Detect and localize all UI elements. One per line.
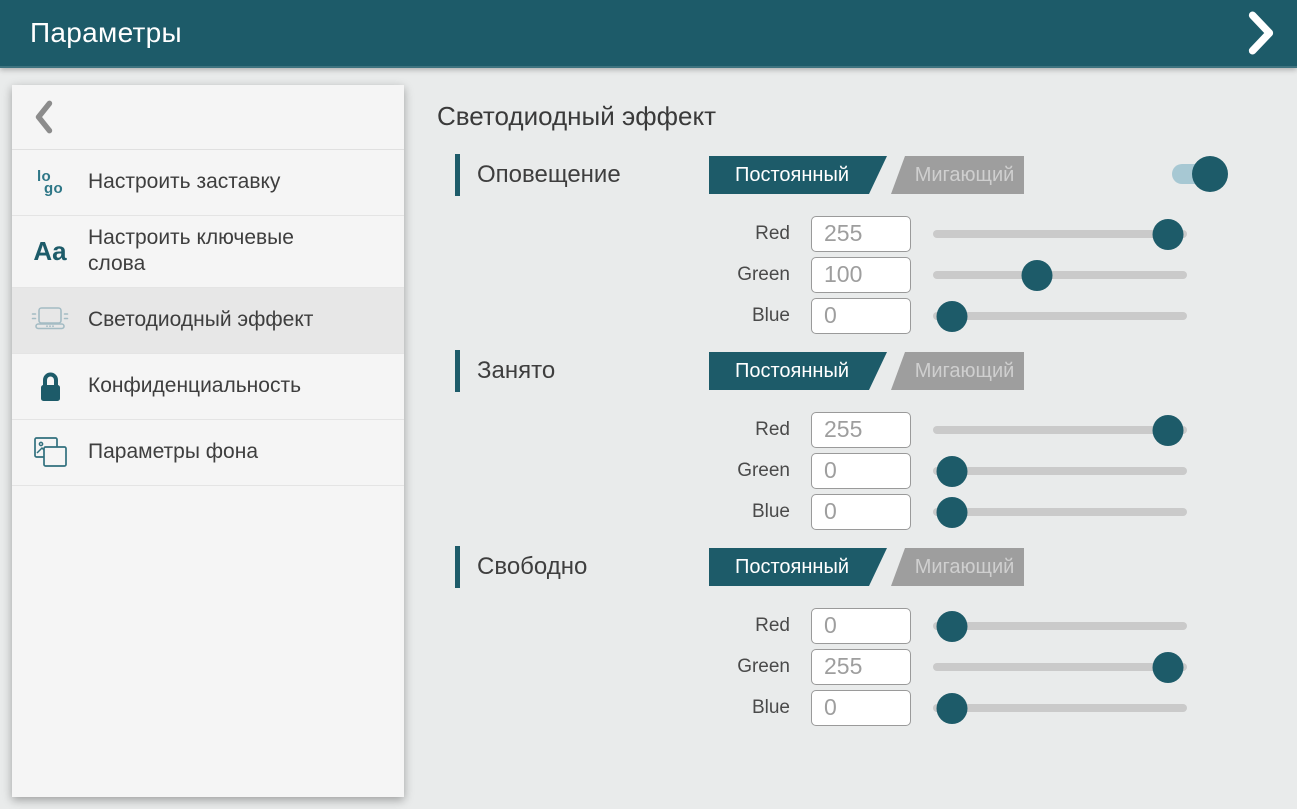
- blue-slider[interactable]: [933, 298, 1187, 334]
- sidebar-item-label: Конфиденциальность: [88, 373, 301, 399]
- mode-option-constant[interactable]: Постоянный: [709, 352, 887, 390]
- sidebar-item-label: Настроить ключевые слова: [88, 225, 338, 278]
- main-content: Светодиодный эффект Оповещение Постоянны…: [437, 101, 1297, 731]
- rgb-row-blue: Blue: [700, 494, 1297, 530]
- sidebar-item-led-effect[interactable]: Светодиодный эффект: [12, 288, 404, 354]
- accent-bar: [455, 546, 460, 588]
- blue-slider[interactable]: [933, 494, 1187, 530]
- rgb-row-red: Red: [700, 412, 1297, 448]
- slider-track[interactable]: [933, 663, 1187, 671]
- rgb-row-green: Green: [700, 649, 1297, 685]
- blue-label: Blue: [700, 697, 790, 719]
- green-label: Green: [700, 460, 790, 482]
- logo-icon: logo: [12, 171, 88, 195]
- rgb-row-red: Red: [700, 216, 1297, 252]
- red-slider[interactable]: [933, 216, 1187, 252]
- section-busy: Занято Постоянный Мигающий Red Green: [455, 351, 1297, 530]
- sidebar-item-privacy[interactable]: Конфиденциальность: [12, 354, 404, 420]
- sidebar-item-label: Настроить заставку: [88, 169, 280, 195]
- slider-thumb[interactable]: [1153, 415, 1184, 446]
- slider-track[interactable]: [933, 704, 1187, 712]
- red-label: Red: [700, 615, 790, 637]
- red-input[interactable]: [811, 608, 911, 644]
- blue-slider[interactable]: [933, 690, 1187, 726]
- slider-track[interactable]: [933, 467, 1187, 475]
- rgb-row-blue: Blue: [700, 298, 1297, 334]
- switch-thumb: [1192, 156, 1228, 192]
- mode-option-constant[interactable]: Постоянный: [709, 156, 887, 194]
- blue-input[interactable]: [811, 494, 911, 530]
- green-label: Green: [700, 656, 790, 678]
- slider-track[interactable]: [933, 622, 1187, 630]
- monitor-icon: [12, 304, 88, 336]
- page-title: Светодиодный эффект: [437, 101, 1297, 131]
- slider-track[interactable]: [933, 508, 1187, 516]
- slider-track[interactable]: [933, 426, 1187, 434]
- chevron-left-icon: [34, 99, 54, 135]
- slider-track[interactable]: [933, 271, 1187, 279]
- green-input[interactable]: [811, 649, 911, 685]
- app-title: Параметры: [30, 17, 182, 49]
- slider-thumb[interactable]: [937, 497, 968, 528]
- section-title: Занято: [477, 357, 709, 385]
- aa-icon: Aa: [12, 238, 88, 264]
- blue-label: Blue: [700, 501, 790, 523]
- sidebar-item-splash[interactable]: logo Настроить заставку: [12, 150, 404, 216]
- section-free: Свободно Постоянный Мигающий Red Green: [455, 547, 1297, 726]
- rgb-row-red: Red: [700, 608, 1297, 644]
- slider-thumb[interactable]: [1021, 260, 1052, 291]
- mode-option-blinking[interactable]: Мигающий: [891, 156, 1024, 194]
- slider-thumb[interactable]: [937, 611, 968, 642]
- slider-thumb[interactable]: [937, 693, 968, 724]
- mode-option-blinking[interactable]: Мигающий: [891, 352, 1024, 390]
- sidebar-item-label: Параметры фона: [88, 439, 258, 465]
- enable-switch[interactable]: [1172, 156, 1228, 192]
- chevron-right-icon[interactable]: [1247, 10, 1275, 56]
- mode-toggle: Постоянный Мигающий: [709, 156, 1024, 194]
- red-label: Red: [700, 419, 790, 441]
- rgb-row-blue: Blue: [700, 690, 1297, 726]
- red-slider[interactable]: [933, 412, 1187, 448]
- red-input[interactable]: [811, 216, 911, 252]
- rgb-row-green: Green: [700, 257, 1297, 293]
- settings-window: Параметры logo Настроить заставку Aa: [0, 0, 1297, 809]
- sidebar-item-background[interactable]: Параметры фона: [12, 420, 404, 486]
- accent-bar: [455, 350, 460, 392]
- red-label: Red: [700, 223, 790, 245]
- lock-icon: [12, 370, 88, 403]
- blue-input[interactable]: [811, 690, 911, 726]
- slider-thumb[interactable]: [1153, 219, 1184, 250]
- mode-toggle: Постоянный Мигающий: [709, 352, 1024, 390]
- section-title: Свободно: [477, 553, 709, 581]
- mode-option-constant[interactable]: Постоянный: [709, 548, 887, 586]
- slider-track[interactable]: [933, 230, 1187, 238]
- green-label: Green: [700, 264, 790, 286]
- blue-input[interactable]: [811, 298, 911, 334]
- sidebar-item-keywords[interactable]: Aa Настроить ключевые слова: [12, 216, 404, 288]
- mode-toggle: Постоянный Мигающий: [709, 548, 1024, 586]
- sidebar: logo Настроить заставку Aa Настроить клю…: [12, 85, 404, 797]
- green-slider[interactable]: [933, 649, 1187, 685]
- slider-thumb[interactable]: [937, 456, 968, 487]
- accent-bar: [455, 154, 460, 196]
- mode-option-blinking[interactable]: Мигающий: [891, 548, 1024, 586]
- app-header: Параметры: [0, 0, 1297, 68]
- blue-label: Blue: [700, 305, 790, 327]
- green-slider[interactable]: [933, 257, 1187, 293]
- red-input[interactable]: [811, 412, 911, 448]
- green-slider[interactable]: [933, 453, 1187, 489]
- slider-thumb[interactable]: [937, 301, 968, 332]
- sidebar-item-label: Светодиодный эффект: [88, 307, 313, 333]
- section-notification: Оповещение Постоянный Мигающий Red: [455, 155, 1297, 334]
- green-input[interactable]: [811, 453, 911, 489]
- rgb-row-green: Green: [700, 453, 1297, 489]
- green-input[interactable]: [811, 257, 911, 293]
- slider-thumb[interactable]: [1153, 652, 1184, 683]
- slider-track[interactable]: [933, 312, 1187, 320]
- sidebar-back-button[interactable]: [12, 85, 404, 150]
- images-icon: [12, 436, 88, 469]
- section-title: Оповещение: [477, 161, 709, 189]
- red-slider[interactable]: [933, 608, 1187, 644]
